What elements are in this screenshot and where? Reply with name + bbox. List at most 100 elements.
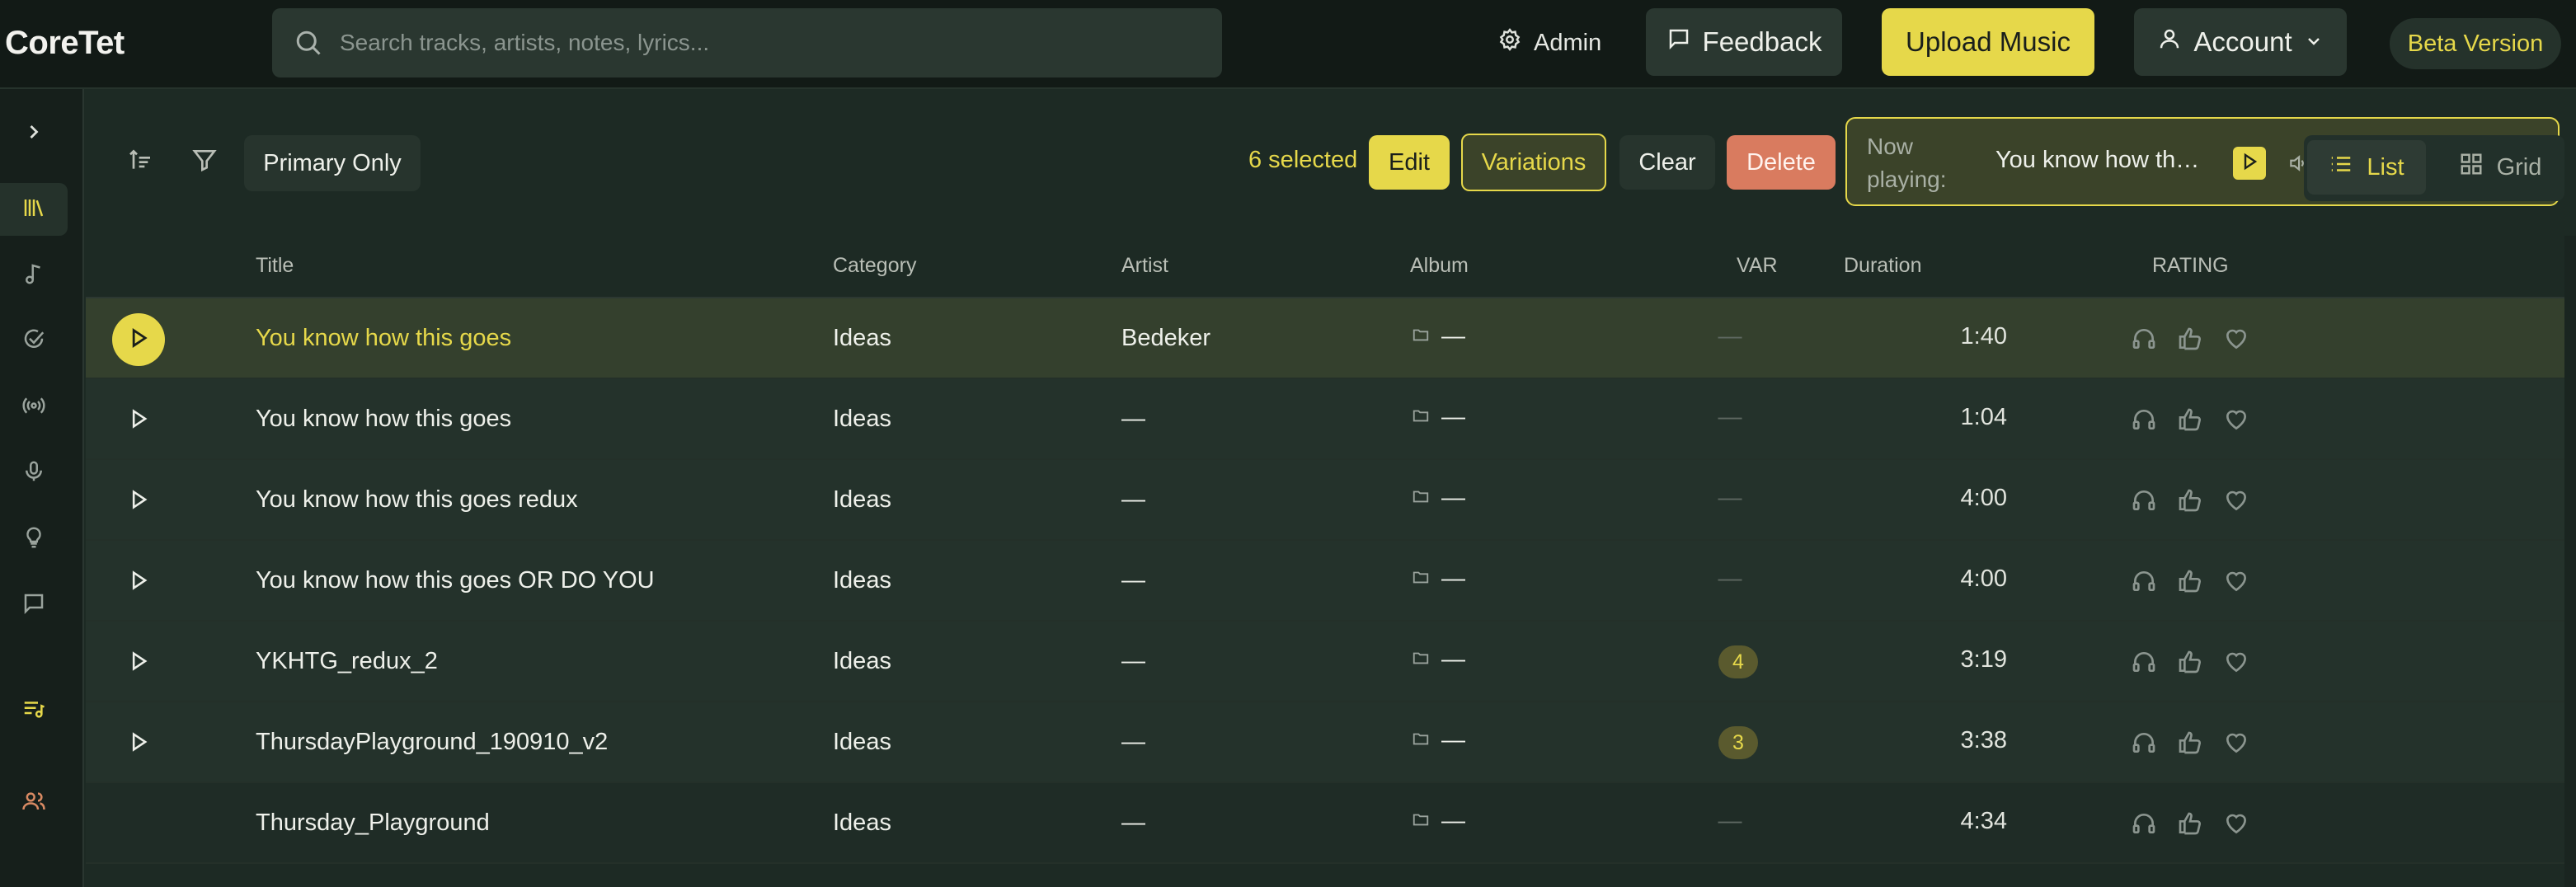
- folder-icon: [1412, 727, 1430, 754]
- folder-icon: [1412, 323, 1430, 350]
- table-row[interactable]: You know how this goes redux Ideas — — —…: [86, 460, 2566, 541]
- list-view-button[interactable]: List: [2307, 140, 2426, 195]
- track-title: YKHTG_redux_2: [256, 648, 438, 674]
- track-title: You know how this goes redux: [256, 486, 578, 513]
- list-view-label: List: [2367, 153, 2404, 181]
- play-icon: [127, 326, 150, 354]
- scrollbar[interactable]: [2564, 236, 2576, 887]
- love-button[interactable]: [2221, 728, 2251, 758]
- folder-icon: [1412, 566, 1430, 593]
- primary-only-toggle[interactable]: Primary Only: [244, 135, 421, 191]
- play-button[interactable]: [112, 394, 165, 447]
- column-header-category[interactable]: Category: [833, 254, 916, 278]
- like-button[interactable]: [2175, 809, 2205, 838]
- folder-icon: [1412, 485, 1430, 512]
- sidebar-item-library[interactable]: [0, 183, 68, 236]
- like-button[interactable]: [2175, 405, 2205, 434]
- love-button[interactable]: [2221, 647, 2251, 677]
- search-input[interactable]: [340, 30, 1164, 56]
- love-button[interactable]: [2221, 566, 2251, 596]
- sidebar: [0, 89, 84, 887]
- now-playing-play-button[interactable]: [2233, 147, 2266, 180]
- sidebar-item-ideas[interactable]: [0, 513, 68, 566]
- track-artist: —: [1121, 486, 1145, 513]
- grid-icon: [2459, 152, 2484, 183]
- love-button[interactable]: [2221, 486, 2251, 515]
- admin-link[interactable]: Admin: [1497, 20, 1601, 66]
- delete-button[interactable]: Delete: [1727, 135, 1836, 190]
- like-button[interactable]: [2175, 486, 2205, 515]
- play-button[interactable]: [112, 636, 165, 689]
- search-box[interactable]: [272, 8, 1222, 77]
- track-rating: [2129, 324, 2251, 354]
- heart-icon: [2226, 733, 2247, 753]
- listened-button[interactable]: [2129, 486, 2159, 515]
- feedback-button[interactable]: Feedback: [1646, 8, 1842, 76]
- play-button[interactable]: [112, 313, 165, 366]
- column-header-var[interactable]: VAR: [1737, 254, 1778, 278]
- track-artist: —: [1121, 810, 1145, 836]
- track-artist: Bedeker: [1121, 325, 1211, 351]
- listened-button[interactable]: [2129, 728, 2159, 758]
- table-row[interactable]: You know how this goes Ideas — — — 1:04: [86, 379, 2566, 460]
- sidebar-item-collaborators[interactable]: [0, 777, 68, 829]
- headphones-icon: [2132, 410, 2155, 429]
- lightbulb-icon: [21, 525, 46, 554]
- album-name: —: [1441, 808, 1465, 834]
- variations-badge[interactable]: 4: [1718, 645, 1758, 678]
- sidebar-item-tracks[interactable]: [0, 249, 68, 302]
- play-button[interactable]: [112, 475, 165, 528]
- listened-button[interactable]: [2129, 647, 2159, 677]
- variations-badge[interactable]: 3: [1718, 726, 1758, 759]
- play-button[interactable]: [112, 556, 165, 608]
- beta-badge: Beta Version: [2390, 18, 2561, 69]
- track-album: —: [1412, 404, 1465, 431]
- upload-music-button[interactable]: Upload Music: [1882, 8, 2094, 76]
- table-row[interactable]: You know how this goes OR DO YOU Ideas —…: [86, 541, 2566, 622]
- sidebar-expand-button[interactable]: [0, 107, 68, 160]
- filter-button[interactable]: [181, 138, 228, 185]
- table-row[interactable]: YKHTG_redux_2 Ideas — — 4 3:19: [86, 622, 2566, 702]
- play-icon: [127, 569, 150, 596]
- love-button[interactable]: [2221, 405, 2251, 434]
- sidebar-item-tasks[interactable]: [0, 315, 68, 368]
- app-logo[interactable]: CoreTet: [5, 25, 125, 62]
- listened-button[interactable]: [2129, 809, 2159, 838]
- love-button[interactable]: [2221, 324, 2251, 354]
- sidebar-item-recordings[interactable]: [0, 447, 68, 500]
- clear-selection-button[interactable]: Clear: [1619, 135, 1715, 190]
- column-header-album[interactable]: Album: [1410, 254, 1469, 278]
- play-button[interactable]: [112, 717, 165, 770]
- folder-icon: [1412, 404, 1430, 431]
- column-header-duration[interactable]: Duration: [1844, 254, 1922, 278]
- like-button[interactable]: [2175, 324, 2205, 354]
- table-row[interactable]: ThursdayPlayground_190910_v2 Ideas — — 3…: [86, 702, 2566, 783]
- listened-button[interactable]: [2129, 405, 2159, 434]
- thumbs-up-icon: [2179, 731, 2201, 754]
- variations-button[interactable]: Variations: [1461, 134, 1606, 191]
- track-category: Ideas: [833, 729, 891, 755]
- like-button[interactable]: [2175, 728, 2205, 758]
- sort-button[interactable]: [117, 138, 163, 185]
- edit-button[interactable]: Edit: [1369, 135, 1450, 190]
- sidebar-item-messages[interactable]: [0, 579, 68, 631]
- grid-view-button[interactable]: Grid: [2442, 140, 2558, 195]
- account-menu-button[interactable]: Account: [2134, 8, 2347, 76]
- like-button[interactable]: [2175, 566, 2205, 596]
- sidebar-item-broadcast[interactable]: [0, 381, 68, 434]
- album-name: —: [1441, 404, 1465, 430]
- thumbs-up-icon: [2179, 327, 2201, 350]
- love-button[interactable]: [2221, 809, 2251, 838]
- listened-button[interactable]: [2129, 566, 2159, 596]
- column-header-artist[interactable]: Artist: [1121, 254, 1168, 278]
- album-name: —: [1441, 727, 1465, 753]
- sidebar-item-playlists[interactable]: [0, 684, 68, 737]
- table-row[interactable]: Thursday_Playground Ideas — — — 4:34: [86, 783, 2566, 864]
- column-header-title[interactable]: Title: [256, 254, 294, 278]
- sort-icon: [127, 147, 153, 177]
- library-icon: [21, 195, 46, 224]
- feedback-label: Feedback: [1702, 26, 1822, 57]
- table-row[interactable]: You know how this goes Ideas Bedeker — —…: [86, 298, 2566, 379]
- like-button[interactable]: [2175, 647, 2205, 677]
- listened-button[interactable]: [2129, 324, 2159, 354]
